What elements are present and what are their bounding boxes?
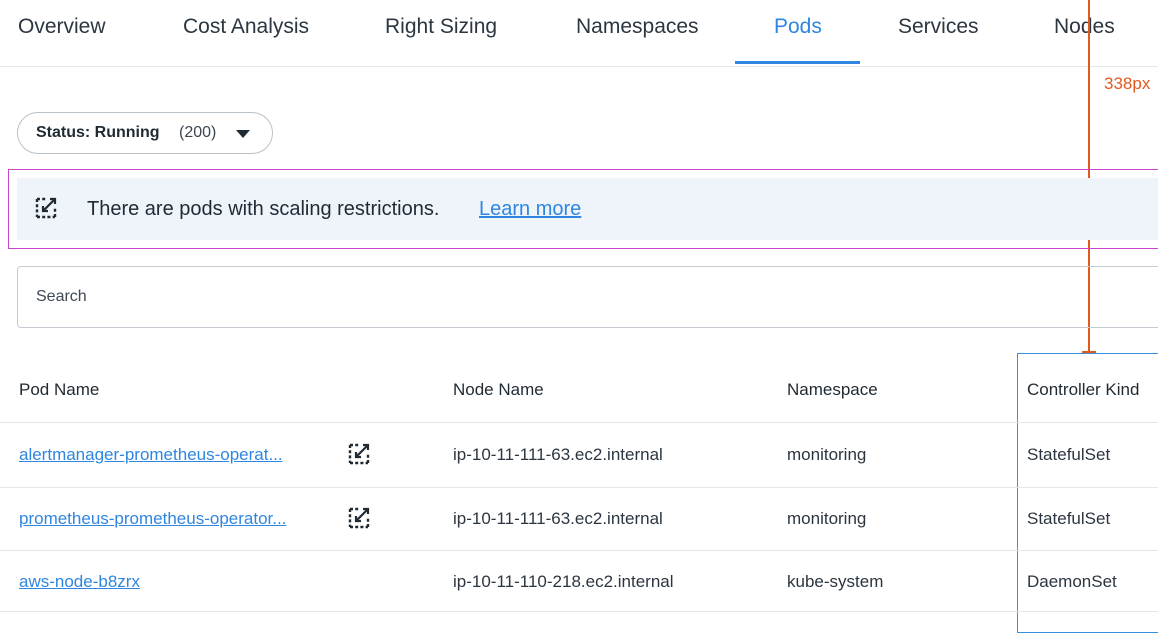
caret-down-icon [236, 130, 250, 138]
tab-label: Cost Analysis [183, 15, 310, 38]
tab-pods[interactable]: Pods [774, 0, 824, 66]
node-name-cell: ip-10-11-111-63.ec2.internal [453, 509, 663, 528]
scaling-restriction-icon [35, 197, 57, 219]
node-name-cell: ip-10-11-111-63.ec2.internal [453, 445, 663, 464]
namespace-cell: kube-system [787, 572, 884, 591]
tab-label: Overview [18, 15, 106, 38]
status-filter-count: (200) [179, 124, 217, 141]
pod-name-link[interactable]: prometheus-prometheus-operator... [19, 509, 286, 529]
namespace-cell: monitoring [787, 445, 867, 464]
row-divider [0, 550, 1158, 551]
row-divider [0, 611, 1158, 612]
controller-kind-cell: DaemonSet [1027, 572, 1117, 591]
node-name-cell: ip-10-11-110-218.ec2.internal [453, 572, 674, 591]
banner-message: There are pods with scaling restrictions… [87, 198, 440, 220]
controller-kind-cell: StatefulSet [1027, 445, 1111, 464]
pod-name-link[interactable]: aws-node-b8zrx [19, 572, 140, 592]
scaling-restriction-icon[interactable] [348, 443, 370, 465]
status-filter-label: Status: Running [36, 124, 160, 141]
tab-label: Services [898, 15, 979, 38]
column-header-pod-name[interactable]: Pod Name [19, 380, 99, 400]
search-box [17, 266, 1158, 328]
status-filter-dropdown[interactable]: Status: Running (200) [17, 112, 273, 154]
scaling-restriction-icon[interactable] [348, 507, 370, 529]
tab-label: Namespaces [576, 15, 699, 38]
row-divider [0, 487, 1158, 488]
column-header-namespace[interactable]: Namespace [787, 380, 878, 400]
tab-bar: Overview Cost Analysis Right Sizing Name… [0, 0, 1158, 67]
measurement-label: 338px [1104, 74, 1151, 93]
tab-label: Pods [774, 15, 822, 38]
tab-namespaces[interactable]: Namespaces [576, 0, 701, 66]
active-tab-indicator [735, 61, 860, 64]
scaling-restriction-banner: There are pods with scaling restrictions… [17, 178, 1158, 240]
tab-cost-analysis[interactable]: Cost Analysis [183, 0, 313, 66]
column-header-node-name[interactable]: Node Name [453, 380, 544, 400]
tab-overview[interactable]: Overview [18, 0, 108, 66]
tab-label: Right Sizing [385, 15, 498, 38]
learn-more-link[interactable]: Learn more [479, 198, 581, 221]
namespace-cell: monitoring [787, 509, 867, 528]
controller-kind-cell: StatefulSet [1027, 509, 1111, 528]
tab-services[interactable]: Services [898, 0, 983, 66]
row-divider [0, 422, 1158, 423]
column-header-controller-kind[interactable]: Controller Kind [1027, 380, 1139, 400]
tab-right-sizing[interactable]: Right Sizing [385, 0, 500, 66]
tab-label: Nodes [1054, 15, 1115, 38]
pod-name-link[interactable]: alertmanager-prometheus-operat... [19, 445, 283, 465]
search-input[interactable] [18, 267, 1158, 327]
